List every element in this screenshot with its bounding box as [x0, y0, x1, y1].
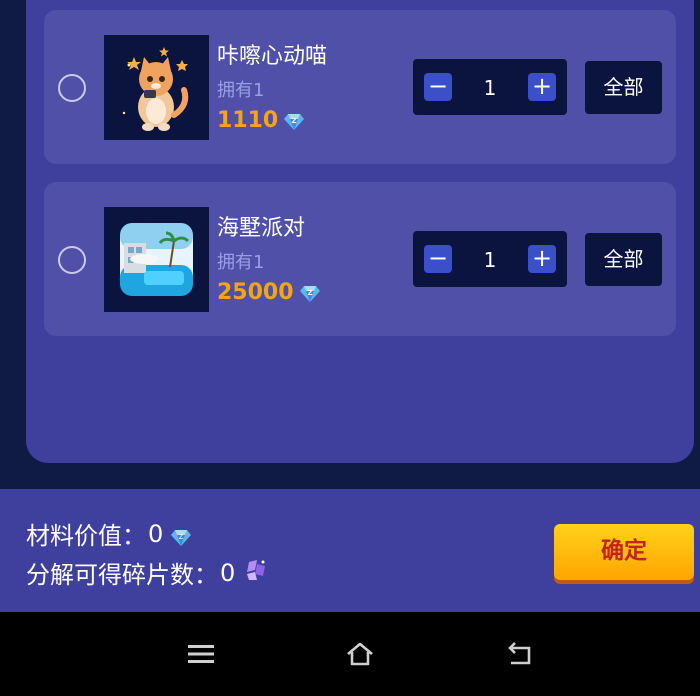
system-nav-bar — [0, 612, 700, 696]
confirm-button[interactable]: 确定 — [554, 524, 694, 580]
quantity-stepper: − 1 + — [413, 59, 567, 115]
villa-image — [104, 207, 209, 312]
select-all-button[interactable]: 全部 — [585, 233, 662, 286]
home-icon[interactable] — [345, 640, 375, 668]
back-icon[interactable] — [505, 640, 535, 668]
select-radio[interactable] — [58, 74, 86, 102]
quantity-value[interactable]: 1 — [463, 248, 517, 272]
svg-text:Z: Z — [292, 117, 297, 125]
diamond-icon: Z — [171, 525, 192, 546]
item-name: 咔嚓心动喵 — [217, 44, 328, 69]
select-radio[interactable] — [58, 246, 86, 274]
increase-button[interactable]: + — [528, 73, 556, 101]
cat-image — [104, 35, 209, 140]
price-value: 25000 — [217, 280, 294, 305]
material-value-row: 材料价值： 0 Z — [26, 516, 192, 551]
item-owned-count: 拥有1 — [217, 252, 265, 273]
svg-text:Z: Z — [179, 533, 184, 541]
increase-button[interactable]: + — [528, 245, 556, 273]
diamond-icon: Z — [299, 284, 320, 302]
item-owned-count: 拥有1 — [217, 80, 265, 101]
diamond-icon: Z — [284, 112, 305, 130]
item-thumbnail-villa — [104, 207, 209, 312]
price-value: 1110 — [217, 108, 279, 133]
quantity-value[interactable]: 1 — [463, 76, 517, 100]
material-value-label: 材料价值： — [26, 522, 146, 550]
fragments-value: 0 — [220, 558, 236, 587]
fragment-icon — [243, 558, 269, 588]
quantity-stepper: − 1 + — [413, 231, 567, 287]
item-card[interactable]: 海墅派对 拥有1 25000 Z − 1 + 全部 — [44, 182, 676, 336]
item-price: 25000 Z — [217, 280, 320, 305]
material-value: 0 — [148, 519, 164, 548]
item-name: 海墅派对 — [217, 216, 306, 241]
decrease-button[interactable]: − — [424, 245, 452, 273]
fragments-row: 分解可得碎片数： 0 — [26, 555, 269, 590]
select-all-button[interactable]: 全部 — [585, 61, 662, 114]
summary-footer: 材料价值： 0 Z 分解可得碎片数： 0 确定 — [0, 489, 700, 612]
decrease-button[interactable]: − — [424, 73, 452, 101]
item-price: 1110 Z — [217, 108, 305, 133]
item-thumbnail-cat — [104, 35, 209, 140]
fragments-label: 分解可得碎片数： — [26, 561, 218, 589]
menu-icon[interactable] — [186, 640, 216, 668]
svg-text:Z: Z — [307, 289, 312, 297]
item-card[interactable]: 咔嚓心动喵 拥有1 1110 Z − 1 + 全部 — [44, 10, 676, 164]
